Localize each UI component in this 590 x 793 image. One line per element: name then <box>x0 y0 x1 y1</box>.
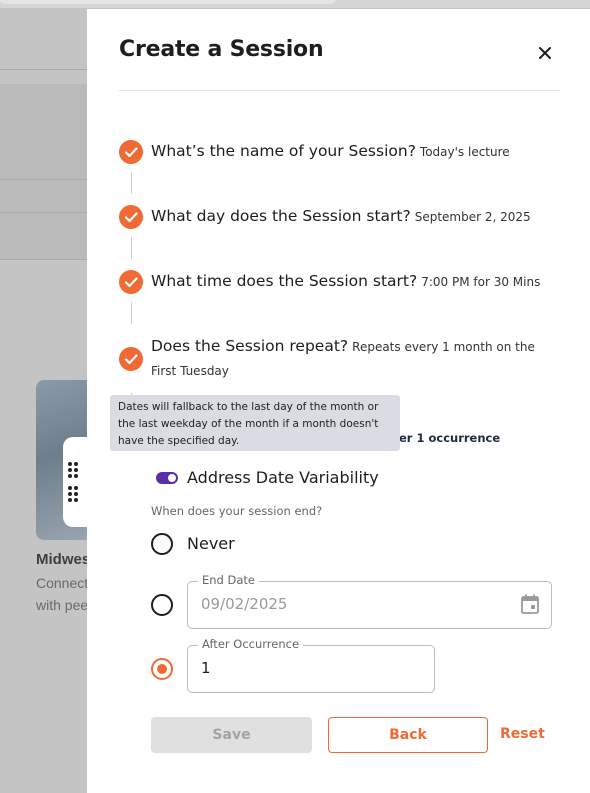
reset-button[interactable]: Reset <box>500 717 545 753</box>
end-never-label: Never <box>187 534 235 553</box>
date-fallback-tooltip: Dates will fallback to the last day of t… <box>110 395 400 451</box>
step-start-day[interactable]: What day does the Session start? Septembe… <box>151 206 531 225</box>
background-divider <box>0 259 92 260</box>
background-card-text: Connect <box>36 575 88 591</box>
save-button[interactable]: Save <box>151 717 312 753</box>
close-button[interactable] <box>534 42 556 64</box>
step-answer-continued: First Tuesday <box>151 364 229 378</box>
drag-grip-icon <box>68 486 80 504</box>
end-date-label: End Date <box>198 573 259 587</box>
drawer-drag-handle[interactable] <box>63 437 99 527</box>
step-question: What day does the Session start? <box>151 207 411 225</box>
close-icon <box>539 47 551 59</box>
step-complete-icon <box>119 205 143 229</box>
after-occurrence-field[interactable]: After Occurrence 1 <box>187 637 435 693</box>
step-answer: Repeats every 1 month on the <box>352 340 535 354</box>
after-occurrence-value: 1 <box>201 659 211 677</box>
step-question: What’s the name of your Session? <box>151 142 416 160</box>
background-section <box>0 84 92 260</box>
step-connector <box>131 172 132 194</box>
occurrence-summary: er 1 occurrence <box>399 431 501 445</box>
background-card-title: Midwest <box>36 551 88 568</box>
step-session-name[interactable]: What’s the name of your Session? Today's … <box>151 141 510 160</box>
background-card-text: with peers <box>36 597 88 613</box>
step-connector <box>131 237 132 259</box>
drawer-title: Create a Session <box>119 37 324 62</box>
background-divider <box>0 179 92 180</box>
end-never-radio[interactable] <box>151 533 173 555</box>
step-connector <box>131 302 132 324</box>
tooltip-line: Dates will fallback to the last day of t… <box>118 401 379 413</box>
back-button[interactable]: Back <box>328 717 488 753</box>
date-variability-label: Address Date Variability <box>187 468 379 487</box>
end-after-occurrence-radio[interactable] <box>151 658 173 680</box>
calendar-icon[interactable] <box>520 593 540 615</box>
end-date-value: 09/02/2025 <box>201 595 288 613</box>
step-start-time[interactable]: What time does the Session start? 7:00 PM… <box>151 271 540 290</box>
date-variability-toggle[interactable] <box>156 472 178 484</box>
step-complete-icon <box>119 140 143 164</box>
background-topbar <box>0 0 590 8</box>
background-search-bar <box>0 0 335 4</box>
background-divider <box>0 212 92 213</box>
tooltip-line: the last weekday of the month if a month… <box>118 418 379 430</box>
end-question: When does your session end? <box>151 504 323 518</box>
step-question: What time does the Session start? <box>151 272 418 290</box>
step-repeat[interactable]: Does the Session repeat? Repeats every 1 … <box>151 336 535 355</box>
step-complete-icon <box>119 270 143 294</box>
step-complete-icon <box>119 347 143 371</box>
background-divider <box>0 69 92 70</box>
tooltip-line: have the specified day. <box>118 435 240 447</box>
after-occurrence-label: After Occurrence <box>198 637 304 651</box>
step-answer: 7:00 PM for 30 Mins <box>421 275 541 289</box>
step-question: Does the Session repeat? <box>151 337 349 355</box>
end-date-field[interactable]: End Date 09/02/2025 <box>187 573 552 629</box>
drag-grip-icon <box>68 462 80 480</box>
step-answer: Today's lecture <box>419 145 510 159</box>
step-answer: September 2, 2025 <box>414 210 531 224</box>
title-divider <box>119 90 560 91</box>
end-date-radio[interactable] <box>151 594 173 616</box>
